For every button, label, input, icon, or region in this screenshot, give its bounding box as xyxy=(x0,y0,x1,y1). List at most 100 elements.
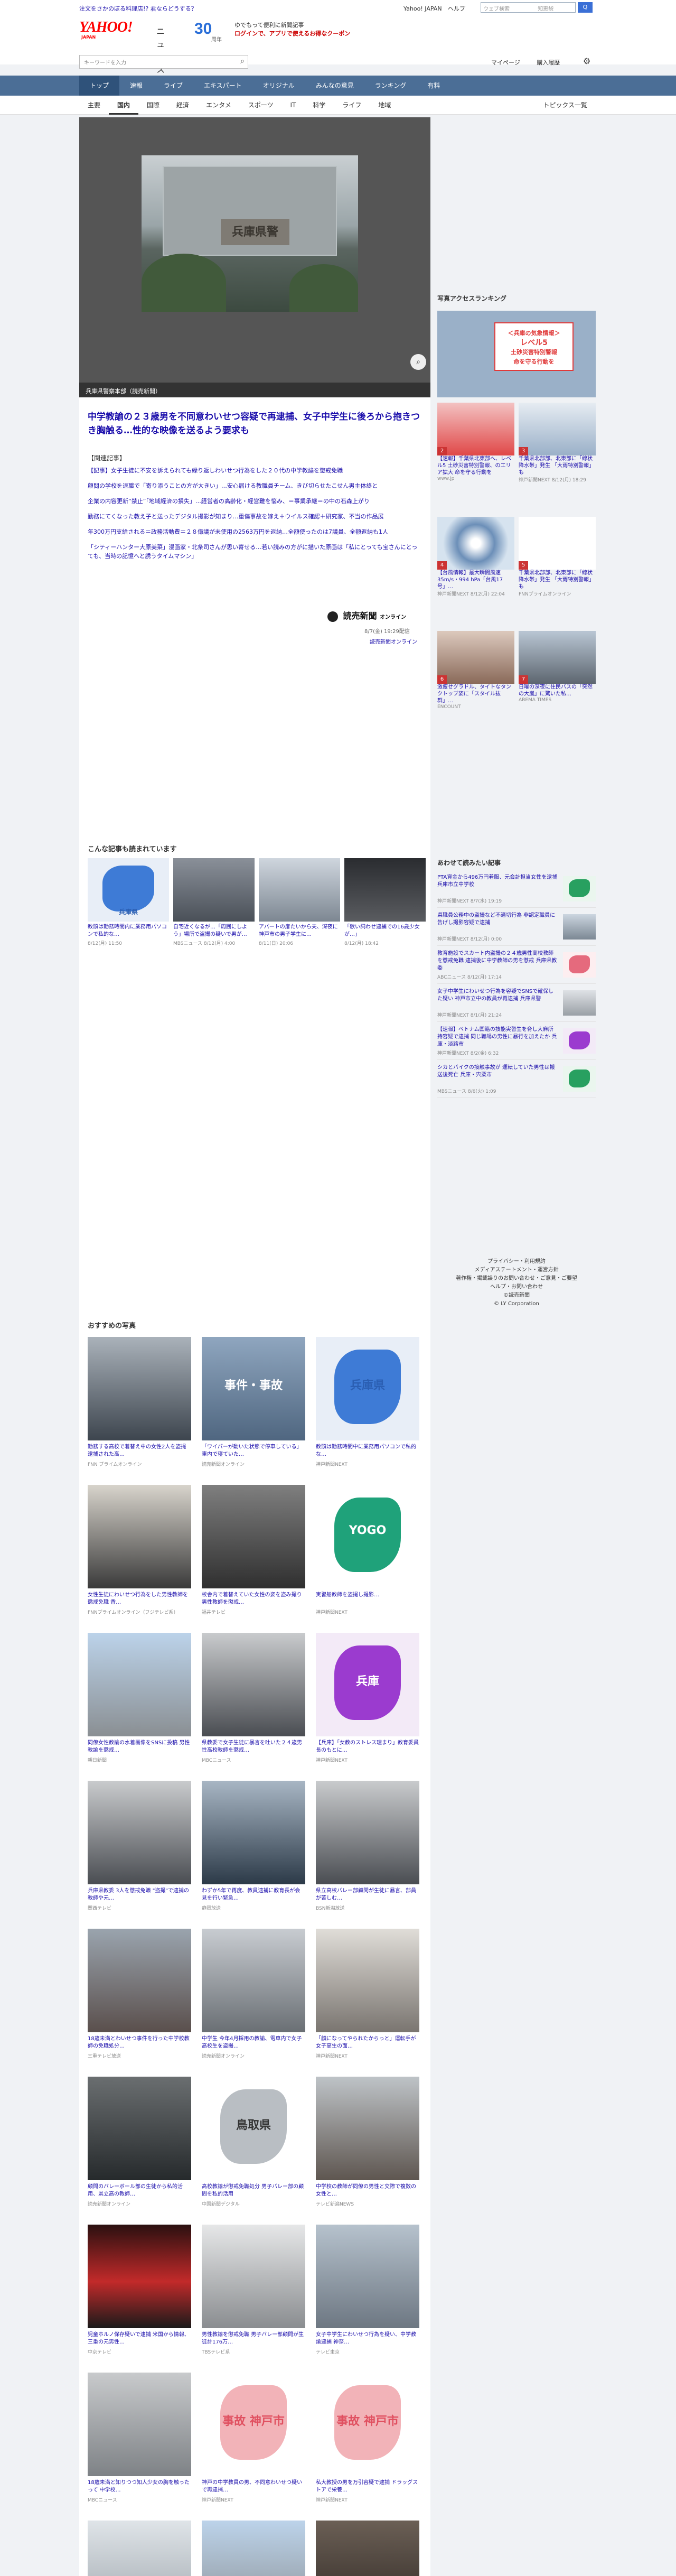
ranking-card[interactable]: 7 日曜の深夜に住民バスの「突然の大嵐」に驚いた私… ABEMA TIMES xyxy=(519,631,596,742)
photo-title[interactable]: 「顔になってやられたからっと」運転手が女子高生の面… xyxy=(316,2035,419,2050)
category-tab-main[interactable]: 主要 xyxy=(79,96,109,115)
recommended-photo-card[interactable]: 「悪い事業ない」わいせつ疑いで男逮捕 40代講師、被害者は…神戸新聞NEXT xyxy=(202,2521,305,2576)
photo-title[interactable]: 校舎内で着替えていた女性の姿を盗み撮り 男性教師を懲戒… xyxy=(202,1592,305,1606)
topics-list-link[interactable]: トピックス一覧 xyxy=(543,96,587,115)
recommended-photo-card[interactable]: 中学校の教師が同僚の男性と交際で複数の女性と… テレビ新潟NEWS xyxy=(316,2077,419,2225)
category-tab-science[interactable]: 科学 xyxy=(304,96,334,115)
footer-link[interactable]: 著作権・掲載誤りのお問い合わせ・ご意見・ご要望 xyxy=(437,1275,596,1283)
category-tab-economy[interactable]: 経済 xyxy=(168,96,198,115)
photo-title[interactable]: 児童ホルノ保存疑いで逮捕 米国から情報、三重の元男性… xyxy=(88,2331,191,2346)
photo-title[interactable]: 実習船教師を盗撮し撮影… xyxy=(316,1592,419,1606)
article-title[interactable]: 自宅近くなるが…「周囲にしよう」場所で盗撮の疑いで男が… xyxy=(173,924,255,938)
recommended-photo-card[interactable]: 兵庫県教委 3人を懲戒免職 "盗撮"で逮捕の教師や元… 関西テレビ xyxy=(88,1781,191,1929)
recommended-photo-card[interactable]: 事件・事故 「ワイパーが動いた状態で停車している」車内で寝ていた… 読売新聞オンライ… xyxy=(202,1337,305,1485)
zoom-icon[interactable]: ⌕ xyxy=(410,354,426,370)
recommended-photo-card[interactable]: 小学校で校長ら13人、さいたま市教委が懲戒 未払い分…埼玉新聞 xyxy=(88,2521,191,2576)
recommended-photo-card[interactable]: 18歳未満と知りつつ知人少女の胸を触ったって 中学校… MBCニュース xyxy=(88,2373,191,2521)
recommended-photo-card[interactable]: 女子中学生にわいせつ行為を疑い、中学教諭逮捕 神奈… テレビ東京 xyxy=(316,2225,419,2373)
photo-title[interactable]: 私大教授の男を万引容疑で逮捕 ドラッグストアで栄養… xyxy=(316,2479,419,2494)
also-read-item[interactable]: 女子中学生にわいせつ行為を容疑でSNSで確保した疑い 神戸市立中の教員が再逮捕 … xyxy=(437,988,596,1022)
photo-title[interactable]: 兵庫県教委 3人を懲戒免職 "盗撮"で逮捕の教師や元… xyxy=(88,1887,191,1902)
article-title[interactable]: アパートの扉たいから夫、深夜に神戸市の男子学生に… xyxy=(259,924,340,938)
recommended-photo-card[interactable]: 事故 神戸市 神戸の中学教員の男、不同意わいせつ疑いで再逮捕… 神戸新聞NEXT xyxy=(202,2373,305,2521)
footer-link[interactable]: メディアステートメント・運営方針 xyxy=(437,1266,596,1275)
also-read-title[interactable]: 県職員公務中の盗撮など不適切行為 非認定職員に告げし撮影容疑で逮捕 xyxy=(437,912,558,927)
recommended-photo-card[interactable]: 女性生徒にわいせつ行為をした男性教師を懲戒免職 香… FNNプライムオンライン（フ… xyxy=(88,1485,191,1633)
article-title[interactable]: 教頭は勤務時間内に業務用パソコンで私的な… xyxy=(88,924,169,938)
article-photo[interactable]: 兵庫県警 xyxy=(142,155,358,312)
category-tab-it[interactable]: IT xyxy=(281,96,304,115)
photo-title[interactable]: 18歳未満とわいせつ事件を行った中学校教師の免職処分… xyxy=(88,2035,191,2050)
photo-title[interactable]: 男性教諭を懲戒免職 男子バレー部顧問が生徒計176万… xyxy=(202,2331,305,2346)
ranking-title-text[interactable]: 日曜の深夜に住民バスの「突然の大嵐」に驚いた私… xyxy=(519,684,596,698)
recommended-photo-card[interactable]: 県教委で女子生徒に暴言を吐いた２４歳男性高校教師を懲戒… MBCニュース xyxy=(202,1633,305,1781)
photo-title[interactable]: 教頭は勤務時間中に業務用パソコンで私的な… xyxy=(316,1444,419,1458)
promo-link[interactable]: 注文をさかのぼる料理店!? 君ならどうする？ xyxy=(79,4,197,13)
article-title[interactable]: 「歌い詞わせ逮捕での16歳少女が…」 xyxy=(344,924,426,938)
related-link[interactable]: 企業の内容更新“禁止”「地域経済の損失」…経営者の高齢化・経営難を悩み、＝事業承… xyxy=(88,497,420,506)
ranking-title-text[interactable]: 千葉県北部部、北東部に「線状降水帯」発生 「大雨特別警報」も xyxy=(519,570,596,590)
also-read-item[interactable]: 県職員公務中の盗撮など不適切行為 非認定職員に告げし撮影容疑で逮捕 神戸新聞NEX… xyxy=(437,912,596,946)
read-article-card[interactable]: 兵庫県 教頭は勤務時間内に業務用パソコンで私的な… 8/12(月) 11:50 xyxy=(88,858,169,946)
also-read-item[interactable]: 教育施設でスカート内盗撮の２４歳男性高校教師を懲戒免職 逮捕後に中学教師の男を懲… xyxy=(437,950,596,984)
recommended-photo-card[interactable]: YOGO 実習船教師を盗撮し撮影… 神戸新聞NEXT xyxy=(316,1485,419,1633)
recommended-photo-card[interactable]: 鳥取県 高校教諭が懲戒免職処分 男子バレー部の顧問を私的活用 中国新聞デジタル xyxy=(202,2077,305,2225)
ranking-top-item[interactable]: ＜兵庫の気象情報＞ レベル5 土砂災害特別警報 命を守る行動を xyxy=(437,311,596,397)
recommended-photo-card[interactable]: 勤務する高校で着替え中の女性2人を盗撮 逮捕された高… FNN プライムオンライン xyxy=(88,1337,191,1485)
photo-title[interactable]: 18歳未満と知りつつ知人少女の胸を触ったって 中学校… xyxy=(88,2479,191,2494)
search-icon[interactable]: ⌕ xyxy=(240,57,245,66)
ranking-title-text[interactable]: 激痩せグラドル、タイトなタンクトップ姿に「スタイル抜群」… xyxy=(437,684,514,704)
ranking-title-text[interactable]: 【台風情報】最大瞬間風速35m/s・994 hPa「台風17号」… xyxy=(437,570,514,590)
recommended-photo-card[interactable]: 「顔になってやられたからっと」運転手が女子高生の面… 神戸新聞NEXT xyxy=(316,1929,419,2077)
photo-title[interactable]: 高校教諭が懲戒免職処分 男子バレー部の顧問を私的活用 xyxy=(202,2183,305,2198)
also-read-title[interactable]: 女子中学生にわいせつ行為を容疑でSNSで確保した疑い 神戸市立中の教員が再逮捕 … xyxy=(437,988,558,1003)
ranking-title-text[interactable]: 【速報】千葉県北東部へ、レベル5 土砂災害特別警報、のエリア拡大 命を守る行動を xyxy=(437,455,514,476)
photo-title[interactable]: 県教委で女子生徒に暴言を吐いた２４歳男性高校教師を懲戒… xyxy=(202,1740,305,1754)
category-tab-sports[interactable]: スポーツ xyxy=(240,96,282,115)
recommended-photo-card[interactable]: 男性教諭を懲戒免職 男子バレー部顧問が生徒計176万… TBSテレビ系 xyxy=(202,2225,305,2373)
photo-title[interactable]: 中学校の教師が同僚の男性と交際で複数の女性と… xyxy=(316,2183,419,2198)
nav-tab-top[interactable]: トップ xyxy=(79,76,120,96)
top-search-button[interactable]: Q xyxy=(578,2,593,13)
photo-title[interactable]: 【兵庫】「女教のストレス理まり」教育委員長のもとに… xyxy=(316,1740,419,1754)
nav-tab-opinion[interactable]: みんなの意見 xyxy=(305,76,364,96)
recommended-photo-card[interactable]: ビートたけし、校舎での面接に…校長と教師の相手が「みんななカ…」スポーツ報知 xyxy=(316,2521,419,2576)
related-link[interactable]: 「シティーハンター大原美菜」漫画家・北条司さんが思い寄せる…若い読みの方がに描い… xyxy=(88,543,420,561)
recommended-photo-card[interactable]: 事故 神戸市 私大教授の男を万引容疑で逮捕 ドラッグストアで栄養… 神戸新聞NEXT xyxy=(316,2373,419,2521)
photo-title[interactable]: 県立高校バレー部顧問が生徒に暴言、部員が苦しむ… xyxy=(316,1887,419,1902)
anniversary-badge[interactable]: 30 xyxy=(194,20,212,38)
publisher-link[interactable]: 読売新聞オンライン xyxy=(370,637,417,645)
photo-title[interactable]: わずか5年で再度、教員逮捕に教育長が会見を行い緊急… xyxy=(202,1887,305,1902)
read-article-card[interactable]: アパートの扉たいから夫、深夜に神戸市の男子学生に… 8/11(日) 20:06 xyxy=(259,858,340,946)
also-read-title[interactable]: 【速報】ベトナム国籍の技能実習生を脅し大麻所持容疑で逮捕 同じ職場の男性に暴行を… xyxy=(437,1026,558,1048)
category-tab-domestic[interactable]: 国内 xyxy=(109,96,139,115)
top-search-input[interactable]: ウェブ検索 知恵袋 xyxy=(481,2,576,13)
recommended-photo-card[interactable]: わずか5年で再度、教員逮捕に教育長が会見を行い緊急… 静岡放送 xyxy=(202,1781,305,1929)
read-article-card[interactable]: 自宅近くなるが…「周囲にしよう」場所で盗撮の疑いで男が… MBSニュース 8/12… xyxy=(173,858,255,946)
recommended-photo-card[interactable]: 同僚女性教諭の水着画像をSNSに投稿 男性教諭を懲戒… 朝日新聞 xyxy=(88,1633,191,1781)
photo-title[interactable]: 「ワイパーが動いた状態で停車している」車内で寝ていた… xyxy=(202,1444,305,1458)
nav-tab-breaking[interactable]: 速報 xyxy=(119,76,153,96)
ranking-card[interactable]: 3 千葉県北部部、北東部に「線状降水帯」発生 「大雨特別警報」も 神戸新聞NEXT … xyxy=(519,403,596,514)
photo-title[interactable]: 顧問のバレーボール部の生徒から私的活用、県立高の教師… xyxy=(88,2183,191,2198)
category-tab-local[interactable]: 地域 xyxy=(370,96,399,115)
yahoo-japan-link[interactable]: Yahoo! JAPAN xyxy=(403,5,442,12)
footer-link[interactable]: プライバシー・利用規約 xyxy=(437,1258,596,1266)
help-link[interactable]: ヘルプ xyxy=(448,5,465,12)
related-link[interactable]: 顧問の学校を退職で「寄り添うことの方が大きい」…安心届ける教職員チーム、きび切ら… xyxy=(88,481,420,490)
footer-link[interactable]: © LY Corporation xyxy=(437,1300,596,1308)
article-headline[interactable]: 中学教諭の２３歳男を不同意わいせつ容疑で再逮捕、女子中学生に後ろから抱きつき胸触… xyxy=(88,410,420,438)
photo-title[interactable]: 勤務する高校で着替え中の女性2人を盗撮 逮捕された高… xyxy=(88,1444,191,1458)
also-read-item[interactable]: 【速報】ベトナム国籍の技能実習生を脅し大麻所持容疑で逮捕 同じ職場の男性に暴行を… xyxy=(437,1026,596,1060)
category-tab-international[interactable]: 国際 xyxy=(138,96,168,115)
related-link[interactable]: 勤務にてくなった教え子と送ったデジタル撮影が知まり…重傷事故を嫁え＋ウイルス確認… xyxy=(88,512,420,521)
gear-icon[interactable]: ⚙ xyxy=(583,56,590,66)
also-read-item[interactable]: PTA資金から496万円着服、元会計担当女性を逮捕 兵庫市立中学校 神戸新聞NEX… xyxy=(437,874,596,908)
also-read-title[interactable]: PTA資金から496万円着服、元会計担当女性を逮捕 兵庫市立中学校 xyxy=(437,874,558,889)
anniversary-banner[interactable]: ゆでもって便利に新聞記事 ログインで、アプリで使えるお得なクーポン xyxy=(234,21,414,38)
photo-title[interactable]: 女性生徒にわいせつ行為をした男性教師を懲戒免職 香… xyxy=(88,1592,191,1606)
photo-title[interactable]: 中学生 今年4月採用の教諭、電車内で女子高校生を盗撮… xyxy=(202,2035,305,2050)
purchase-history-link[interactable]: 購入履歴 xyxy=(537,59,560,66)
ranking-card[interactable]: 4 【台風情報】最大瞬間風速35m/s・994 hPa「台風17号」… 神戸新聞NE… xyxy=(437,517,514,628)
photo-title[interactable]: 女子中学生にわいせつ行為を疑い、中学教諭逮捕 神奈… xyxy=(316,2331,419,2346)
